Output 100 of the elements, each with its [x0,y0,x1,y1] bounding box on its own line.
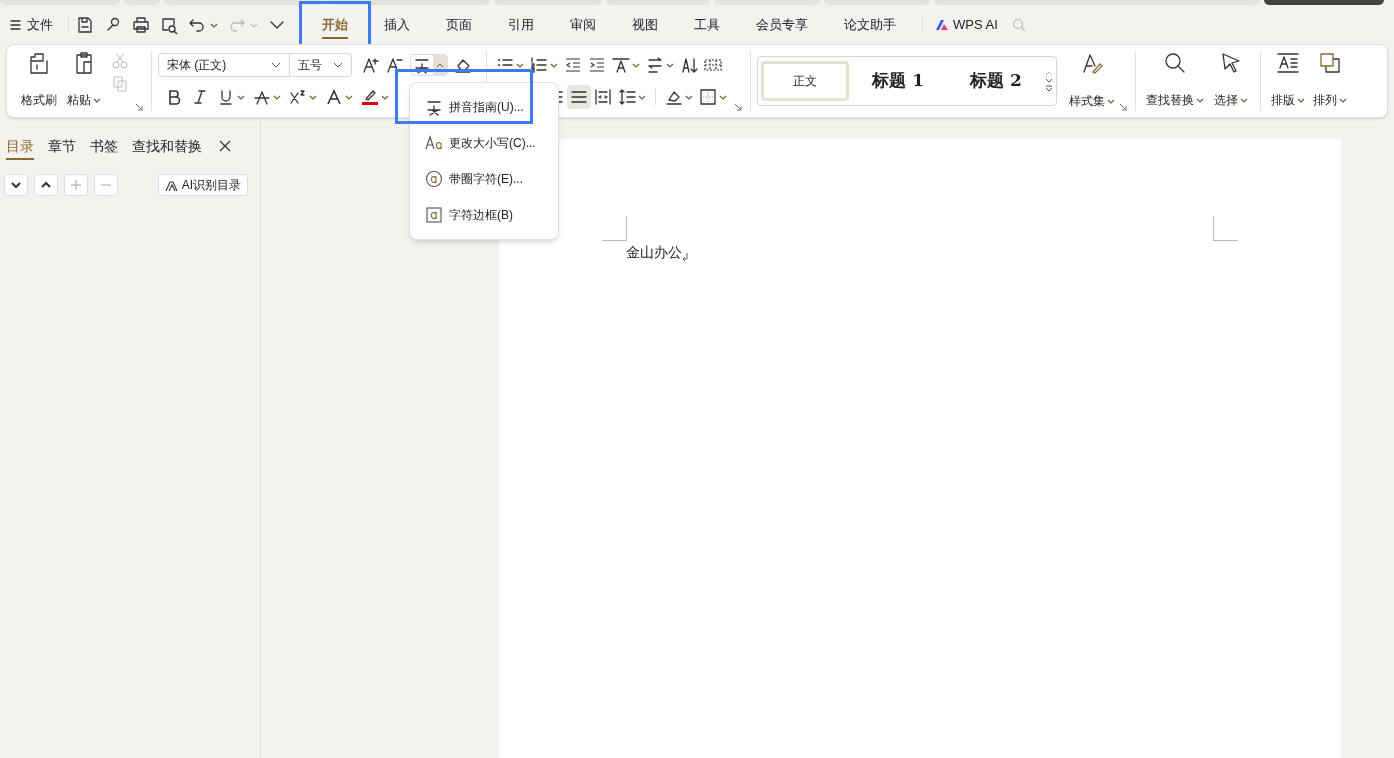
caret-icon [550,61,558,69]
print-preview-icon[interactable] [160,16,178,34]
table-grid-icon[interactable] [704,56,722,74]
caret-icon [1107,97,1115,105]
caret-icon [719,93,727,101]
line-spacing-icon[interactable] [618,88,636,106]
expand-button[interactable] [34,174,58,196]
caret-icon [1240,96,1248,104]
chevron-down-icon [271,61,281,69]
style-option[interactable]: 标题 2 [947,61,1045,101]
ai-button[interactable]: WPS AI [931,12,1002,38]
increase-indent-icon[interactable] [588,56,606,74]
caret-icon [666,61,674,69]
browser-tab[interactable] [164,0,324,5]
layout-button[interactable]: 排版 [1267,49,1309,111]
format-painter-button[interactable]: 格式刷 [17,49,61,111]
grow-font-icon[interactable] [362,56,380,74]
nav-tab[interactable]: 目录 [6,132,34,160]
ribbon-tab[interactable]: 开始 [304,9,366,41]
file-menu[interactable]: 文件 [10,12,61,38]
caret-icon [381,93,389,101]
scroll-down-icon[interactable] [1045,77,1053,84]
browser-tab[interactable] [1264,0,1384,5]
sort-icon[interactable] [680,56,698,74]
margin-corner [602,216,627,241]
text-layout-icon[interactable] [1276,51,1300,75]
arrange-icon[interactable] [1318,51,1342,75]
document-text: 金山办公 [626,243,682,262]
menu-icon[interactable] [10,19,21,31]
character-border-icon [425,206,443,224]
ribbon-tab[interactable]: 工具 [676,9,738,41]
caret-icon [273,93,281,101]
ribbon-tab[interactable]: 会员专享 [738,9,826,41]
format-painter-icon[interactable] [27,51,51,75]
enclosed-character-icon [425,170,443,188]
menu-item[interactable]: 字符边框(B) [410,197,558,233]
select-button-label: 选择 [1214,92,1238,109]
print-icon[interactable] [132,16,150,34]
save-icon[interactable] [76,16,94,34]
distributed-icon[interactable] [594,88,612,106]
ribbon-tab[interactable]: 页面 [428,9,490,41]
shrink-font-icon[interactable] [386,56,404,74]
launcher-icon[interactable] [734,103,742,111]
caret-icon [685,93,693,101]
close-icon[interactable] [218,139,232,153]
style-option[interactable]: 正文 [761,61,850,101]
launcher-icon[interactable] [1119,103,1127,111]
style-set-icon[interactable] [1080,52,1104,76]
arrange-button-label: 排列 [1313,92,1337,109]
menu-item[interactable]: 拼音指南(U)... [410,89,558,125]
font-color-icon[interactable] [361,88,379,106]
launcher-icon[interactable] [135,103,143,111]
borders-icon[interactable] [699,88,717,106]
layout-button-label: 排版 [1271,92,1295,109]
collapse-button[interactable] [4,174,28,196]
style-set-button[interactable]: 样式集 [1065,50,1119,112]
expand-gallery-icon[interactable] [1045,84,1053,92]
style-set-button-label: 样式集 [1069,93,1105,110]
decrease-indent-icon[interactable] [564,56,582,74]
text-effect-icon[interactable] [325,88,343,106]
ribbon-tab[interactable]: 引用 [490,9,552,41]
nav-tab[interactable]: 书签 [90,132,118,160]
browser-tab[interactable] [328,0,490,5]
caret-icon [1196,96,1204,104]
select-button[interactable]: 选择 [1208,49,1254,111]
justify-icon[interactable] [570,88,588,106]
paste-button[interactable]: 粘贴 [61,49,107,111]
phonetic-guide-icon [425,98,443,116]
ribbon-tab[interactable]: 插入 [366,9,428,41]
ai-toc-icon [164,178,178,192]
margin-corner [1213,216,1238,241]
font-size-field[interactable]: 五号 [290,53,352,77]
ai-logo-icon[interactable] [935,18,949,32]
arrange-button[interactable]: 排列 [1309,49,1351,111]
font-name-field[interactable]: 宋体 (正文) [158,53,290,77]
caret-icon [345,93,353,101]
search-icon[interactable] [1163,51,1187,75]
chevron-down-icon [333,61,343,69]
collapse-icon [10,179,22,191]
ribbon-tab[interactable]: 视图 [614,9,676,41]
ai-toc-button[interactable]: AI识别目录 [157,174,248,196]
find-replace-button[interactable]: 查找替换 [1142,49,1208,111]
numbered-list-icon[interactable] [530,56,548,74]
ribbon-tab[interactable]: 审阅 [552,9,614,41]
format-painter-button-label: 格式刷 [21,92,57,109]
menu-item[interactable]: 带圈字符(E)... [410,161,558,197]
text-direction-icon[interactable] [646,56,664,74]
superscript-icon[interactable] [289,88,307,106]
style-option[interactable]: 标题 1 [849,61,948,101]
change-case-icon [425,134,443,152]
caret-icon [210,21,218,29]
character-spacing-icon[interactable] [612,56,630,74]
menu-item[interactable]: 更改大小写(C)... [410,125,558,161]
ribbon-tab[interactable]: 论文助手 [826,9,914,41]
nav-tab[interactable]: 查找和替换 [132,132,202,160]
caret-up-icon [436,61,444,69]
phonetic-guide-icon[interactable] [413,56,431,74]
add-icon [70,179,82,191]
caret-icon [638,93,646,101]
nav-tab[interactable]: 章节 [48,132,76,160]
